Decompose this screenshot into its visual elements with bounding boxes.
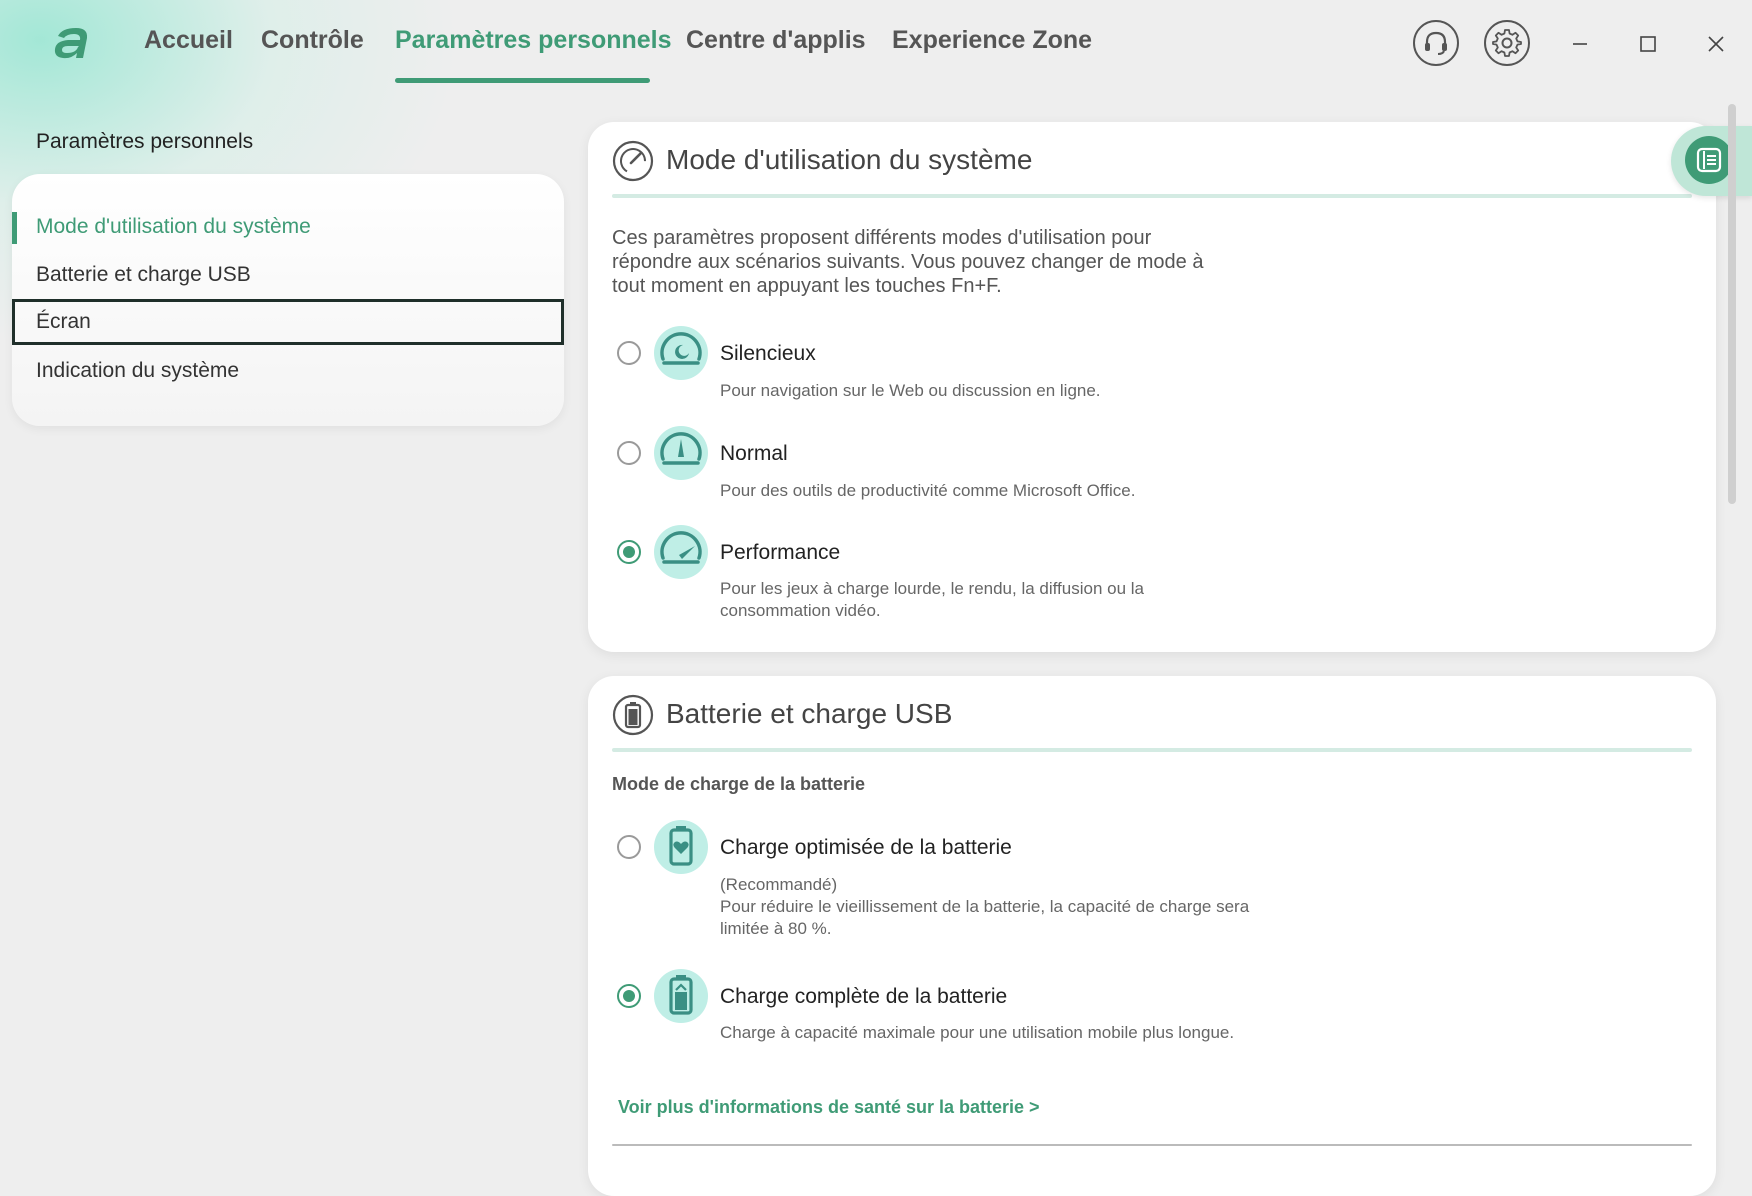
tab-centre-applis[interactable]: Centre d'applis	[686, 26, 866, 66]
headset-icon	[1425, 31, 1447, 55]
sidebar-item-system-indication[interactable]: Indication du système	[12, 348, 564, 394]
normal-gauge-icon	[654, 426, 708, 480]
speedometer-icon	[612, 140, 654, 182]
radio-full-charge[interactable]	[617, 984, 641, 1008]
tab-accueil[interactable]: Accueil	[144, 26, 233, 66]
option-label-optimized-charge: Charge optimisée de la batterie	[720, 836, 1012, 859]
list-panel-icon-wrap	[1685, 136, 1733, 184]
battery-heart-icon	[654, 820, 708, 874]
quick-panel-button[interactable]	[1671, 126, 1752, 196]
option-note-recommended: (Recommandé)	[720, 875, 838, 894]
minimize-icon	[1573, 43, 1587, 45]
app-logo-icon	[54, 28, 88, 59]
close-button[interactable]	[1694, 22, 1738, 66]
gear-icon	[1492, 29, 1522, 57]
quiet-gauge-icon	[654, 326, 708, 380]
sidebar-item-screen[interactable]: Écran	[12, 299, 564, 345]
option-label-full-charge: Charge complète de la batterie	[720, 985, 1008, 1008]
battery-title: Batterie et charge USB	[666, 698, 953, 729]
settings-button[interactable]	[1484, 20, 1530, 66]
radio-performance[interactable]	[617, 540, 641, 564]
battery-health-link[interactable]: Voir plus d'informations de santé sur la…	[618, 1097, 1040, 1118]
title-divider	[612, 194, 1692, 198]
usage-mode-description: Ces paramètres proposent différents mode…	[612, 227, 1204, 297]
option-desc-normal: Pour des outils de productivité comme Mi…	[720, 481, 1136, 500]
tab-controle[interactable]: Contrôle	[261, 26, 364, 66]
option-desc-optimized-charge: Pour réduire le vieillissement de la bat…	[720, 897, 1250, 938]
top-bar: Accueil Contrôle Paramètres personnels C…	[0, 0, 1752, 90]
maximize-icon	[1640, 36, 1656, 52]
minimize-button[interactable]	[1558, 22, 1602, 66]
sidebar-menu: Mode d'utilisation du système Batterie e…	[12, 174, 564, 426]
usage-mode-title: Mode d'utilisation du système	[666, 144, 1033, 175]
option-desc-full-charge: Charge à capacité maximale pour une util…	[720, 1023, 1235, 1042]
sidebar-item-battery[interactable]: Batterie et charge USB	[12, 252, 564, 298]
battery-card: Batterie et charge USB Mode de charge de…	[588, 676, 1716, 1196]
sidebar-item-usage-mode[interactable]: Mode d'utilisation du système	[12, 204, 564, 250]
list-panel-icon	[1696, 147, 1722, 173]
option-label-silencieux: Silencieux	[720, 342, 816, 365]
radio-silencieux[interactable]	[617, 341, 641, 365]
tab-parametres-personnels[interactable]: Paramètres personnels	[395, 26, 672, 66]
option-desc-silencieux: Pour navigation sur le Web ou discussion…	[720, 381, 1101, 400]
option-label-normal: Normal	[720, 442, 788, 465]
active-tab-indicator	[395, 78, 650, 83]
title-divider	[612, 748, 1692, 752]
sidebar-title: Paramètres personnels	[36, 130, 254, 153]
radio-optimized-charge[interactable]	[617, 835, 641, 859]
section-divider	[612, 1144, 1692, 1146]
usage-mode-card: Mode d'utilisation du système Ces paramè…	[588, 122, 1716, 652]
tab-experience-zone[interactable]: Experience Zone	[892, 26, 1092, 66]
option-desc-performance: Pour les jeux à charge lourde, le rendu,…	[720, 579, 1145, 620]
option-label-performance: Performance	[720, 541, 841, 564]
support-button[interactable]	[1413, 20, 1459, 66]
performance-gauge-icon	[654, 525, 708, 579]
scrollbar[interactable]	[1728, 104, 1736, 504]
close-icon	[1708, 36, 1724, 52]
battery-charge-mode-heading: Mode de charge de la batterie	[612, 774, 866, 794]
battery-icon	[612, 694, 654, 736]
maximize-button[interactable]	[1626, 22, 1670, 66]
radio-normal[interactable]	[617, 441, 641, 465]
battery-full-icon	[654, 969, 708, 1023]
